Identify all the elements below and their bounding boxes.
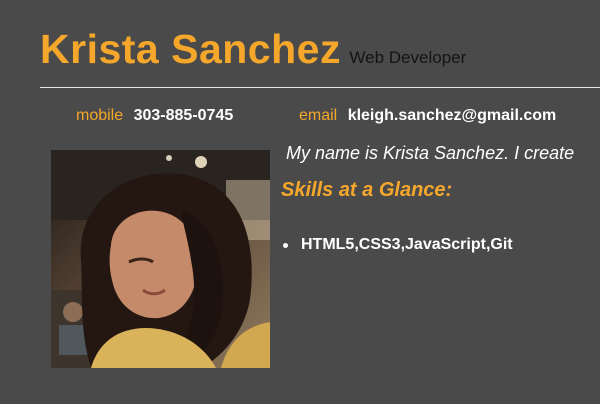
job-title: Web Developer xyxy=(349,48,467,67)
header-divider xyxy=(40,87,600,88)
portrait-image xyxy=(51,150,270,368)
contact-email: email kleigh.sanchez@gmail.com xyxy=(299,107,556,125)
list-item: HTML5,CSS3,JavaScript,Git xyxy=(283,236,513,254)
mobile-label: mobile xyxy=(76,107,124,124)
intro-text: My name is Krista Sanchez. I create xyxy=(286,143,575,163)
email-value[interactable]: kleigh.sanchez@gmail.com xyxy=(348,107,557,124)
bullet-icon xyxy=(283,243,288,248)
skills-heading: Skills at a Glance: xyxy=(281,179,453,201)
mobile-value[interactable]: 303-885-0745 xyxy=(134,107,234,124)
email-label: email xyxy=(299,107,338,124)
skills-list: HTML5,CSS3,JavaScript,Git xyxy=(283,236,513,254)
page-title: Krista Sanchez xyxy=(40,26,341,72)
page-header: Krista Sanchez Web Developer xyxy=(40,26,466,73)
skill-item-text: HTML5,CSS3,JavaScript,Git xyxy=(301,236,513,253)
contact-mobile: mobile 303-885-0745 xyxy=(76,107,233,125)
profile-photo xyxy=(51,150,270,368)
